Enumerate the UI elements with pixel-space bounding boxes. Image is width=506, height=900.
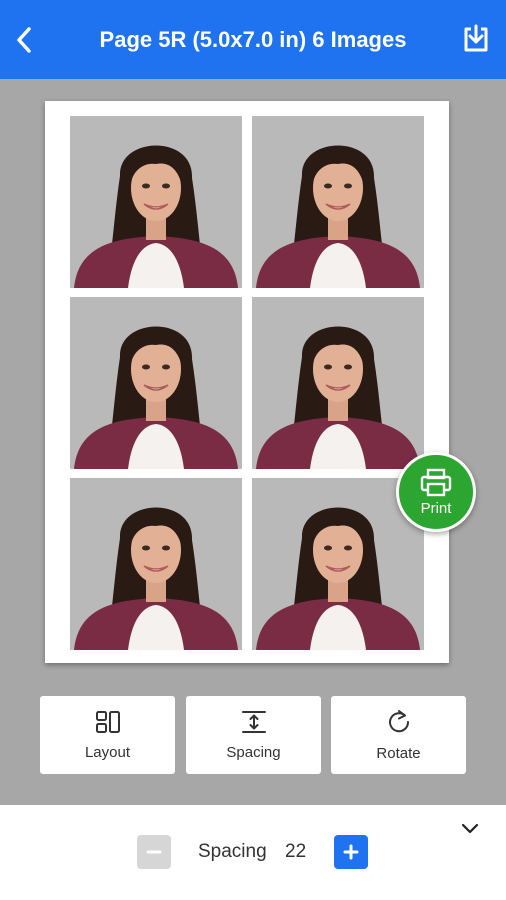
spacing-control-label: Spacing	[198, 841, 267, 862]
spacing-panel: Spacing 22	[0, 805, 506, 900]
download-button[interactable]	[460, 22, 492, 56]
collapse-button[interactable]	[458, 817, 482, 841]
spacing-label: Spacing	[226, 743, 281, 761]
portrait-image	[70, 116, 242, 288]
rotate-icon	[388, 709, 409, 732]
plus-icon	[343, 844, 359, 860]
download-icon	[464, 24, 488, 52]
minus-icon	[146, 850, 162, 854]
chevron-down-icon	[461, 823, 479, 834]
spacing-value: 22	[285, 841, 307, 862]
decrease-spacing-button[interactable]	[137, 835, 171, 869]
layout-button[interactable]: Layout	[40, 696, 175, 774]
back-arrow-icon	[17, 27, 31, 53]
print-icon	[420, 468, 452, 496]
back-button[interactable]	[10, 22, 38, 58]
spacing-icon	[241, 710, 266, 733]
top-bar: Page 5R (5.0x7.0 in) 6 Images	[0, 0, 506, 79]
layout-icon	[95, 710, 120, 733]
portrait-image	[70, 297, 242, 469]
tool-bar: Layout Spacing Rotate	[40, 696, 466, 774]
passport-photo[interactable]	[252, 297, 424, 469]
rotate-button[interactable]: Rotate	[331, 696, 466, 774]
print-button[interactable]: Print	[396, 452, 476, 532]
rotate-label: Rotate	[376, 744, 421, 762]
print-label: Print	[420, 499, 452, 517]
passport-photo[interactable]	[70, 297, 242, 469]
photo-grid	[70, 116, 424, 650]
passport-photo[interactable]	[70, 478, 242, 650]
portrait-image	[252, 116, 424, 288]
passport-photo[interactable]	[70, 116, 242, 288]
layout-label: Layout	[84, 743, 131, 761]
portrait-image	[70, 478, 242, 650]
passport-photo[interactable]	[252, 116, 424, 288]
portrait-image	[252, 297, 424, 469]
increase-spacing-button[interactable]	[334, 835, 368, 869]
spacing-button[interactable]: Spacing	[186, 696, 321, 774]
page-title: Page 5R (5.0x7.0 in) 6 Images	[99, 26, 407, 52]
print-sheet	[45, 101, 449, 663]
